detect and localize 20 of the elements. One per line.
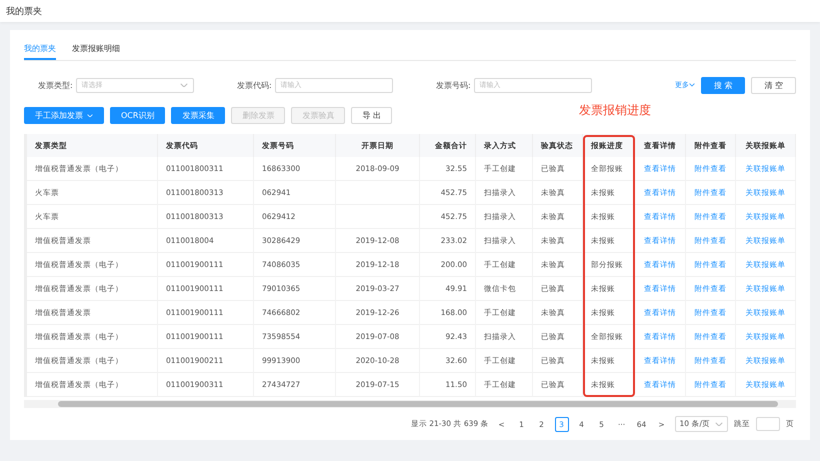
scrollbar-track[interactable] (24, 400, 796, 408)
filter-label: 发票类型: (38, 80, 73, 90)
tab[interactable]: 我的票夹 (24, 36, 56, 60)
chevron-down-icon (87, 114, 93, 118)
scrollbar-thumb[interactable] (58, 401, 778, 407)
filter-label: 发票代码: (237, 80, 272, 90)
chevron-down-icon (688, 83, 695, 87)
action-button[interactable]: 手工添加发票 (24, 107, 104, 124)
filter-label: 发票号码: (436, 80, 471, 90)
action-button[interactable]: OCR识别 (110, 107, 166, 124)
search-button[interactable]: 搜 索 (700, 76, 746, 94)
clear-button[interactable]: 清 空 (751, 76, 796, 94)
action-button[interactable]: 导 出 (351, 107, 392, 124)
chevron-down-icon (180, 82, 188, 88)
action-button[interactable]: 发票采集 (171, 107, 226, 124)
annotation-label: 发票报销进度 (579, 102, 651, 119)
jump-input[interactable] (756, 417, 780, 431)
tab[interactable]: 发票报账明细 (72, 36, 120, 60)
page-title: 我的票夹 (6, 6, 42, 18)
chevron-down-icon (715, 422, 723, 426)
